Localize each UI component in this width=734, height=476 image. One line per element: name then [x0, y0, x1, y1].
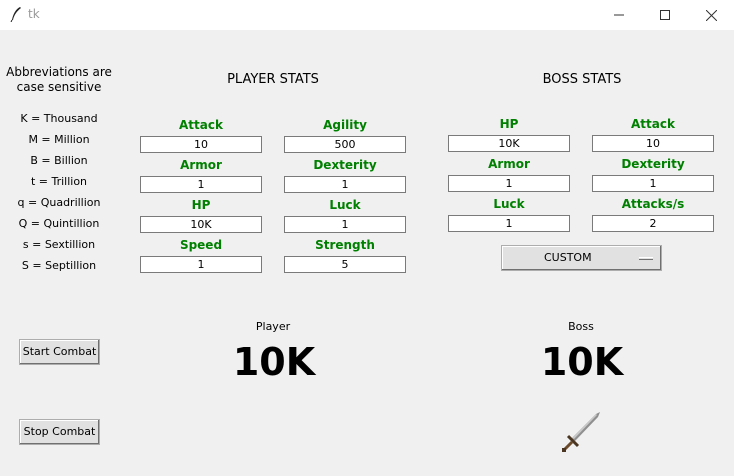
abbrev-item: q = Quadrillion: [17, 196, 101, 209]
player-attack-label: Attack: [179, 118, 223, 132]
abbrev-item: K = Thousand: [20, 112, 98, 125]
feather-icon: [10, 7, 21, 22]
player-stats-heading: PLAYER STATS: [227, 72, 319, 87]
player-hp-field[interactable]: 10K: [140, 216, 262, 233]
sword-icon: [562, 412, 600, 452]
boss-attacks-per-second-field[interactable]: 2: [592, 215, 714, 232]
stop-combat-button[interactable]: Stop Combat: [19, 419, 100, 445]
boss-hp-field[interactable]: 10K: [448, 135, 570, 152]
player-name-label: Player: [255, 320, 291, 333]
boss-attack-field[interactable]: 10: [592, 135, 714, 152]
option-menu-indicator-icon: [639, 257, 653, 260]
player-hp-label: HP: [191, 198, 211, 212]
player-attack-field[interactable]: 10: [140, 136, 262, 153]
boss-preset-dropdown[interactable]: CUSTOM: [501, 245, 662, 271]
abbrev-item: M = Million: [28, 133, 90, 146]
abbrev-item: Q = Quintillion: [18, 217, 100, 230]
player-hp-display: 10K: [232, 340, 316, 384]
abbrev-heading: Abbreviations are case sensitive: [0, 65, 118, 95]
abbrev-item: B = Billion: [30, 154, 88, 167]
player-armor-label: Armor: [180, 158, 222, 172]
boss-armor-field[interactable]: 1: [448, 175, 570, 192]
maximize-button[interactable]: [642, 0, 688, 30]
abbrev-item: t = Trillion: [30, 175, 88, 188]
player-strength-label: Strength: [315, 238, 375, 252]
player-dexterity-label: Dexterity: [313, 158, 377, 172]
abbrev-item: s = Sextillion: [22, 238, 96, 251]
player-speed-label: Speed: [179, 238, 223, 252]
player-luck-label: Luck: [329, 198, 361, 212]
player-luck-field[interactable]: 1: [284, 216, 406, 233]
boss-preset-value: CUSTOM: [544, 251, 592, 264]
abbrev-item: S = Septillion: [21, 259, 97, 272]
player-strength-field[interactable]: 5: [284, 256, 406, 273]
player-armor-field[interactable]: 1: [140, 176, 262, 193]
start-combat-button[interactable]: Start Combat: [19, 339, 100, 365]
abbrev-list: K = Thousand M = Million B = Billion t =…: [0, 112, 118, 280]
boss-hp-label: HP: [499, 117, 519, 131]
boss-armor-label: Armor: [488, 157, 530, 171]
player-dexterity-field[interactable]: 1: [284, 176, 406, 193]
boss-dexterity-field[interactable]: 1: [592, 175, 714, 192]
player-speed-field[interactable]: 1: [140, 256, 262, 273]
boss-dexterity-label: Dexterity: [621, 157, 685, 171]
player-agility-label: Agility: [323, 118, 367, 132]
maximize-icon: [660, 10, 670, 20]
window-title: tk: [28, 7, 40, 21]
boss-luck-label: Luck: [493, 197, 525, 211]
minimize-icon: [614, 14, 624, 16]
boss-name-label: Boss: [568, 320, 594, 333]
boss-luck-field[interactable]: 1: [448, 215, 570, 232]
close-icon: [705, 9, 717, 21]
title-bar: tk: [0, 0, 734, 30]
abbrev-heading-line1: Abbreviations are: [6, 65, 112, 79]
boss-hp-display: 10K: [540, 340, 624, 384]
abbrev-heading-line2: case sensitive: [16, 80, 102, 94]
minimize-button[interactable]: [596, 0, 642, 30]
boss-attack-label: Attack: [631, 117, 675, 131]
player-agility-field[interactable]: 500: [284, 136, 406, 153]
boss-stats-heading: BOSS STATS: [542, 72, 622, 87]
boss-attacks-per-second-label: Attacks/s: [621, 197, 685, 211]
close-button[interactable]: [688, 0, 734, 30]
